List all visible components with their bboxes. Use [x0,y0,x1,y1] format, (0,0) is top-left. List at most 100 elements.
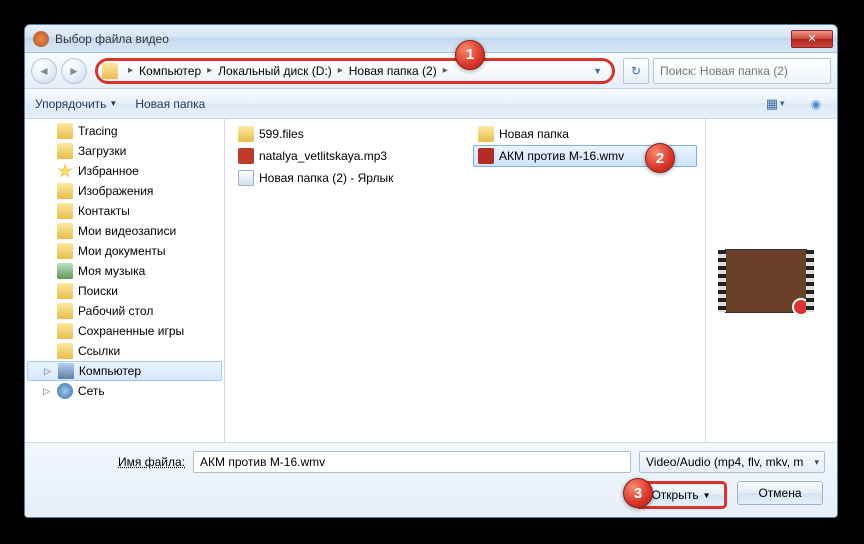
folder-icon [57,223,73,239]
help-button[interactable]: ◉ [805,93,827,115]
chevron-right-icon: ▸ [128,65,133,76]
sidebar-item[interactable]: Мои видеозаписи [25,221,224,241]
nav-bar: ◄ ► ▸ Компьютер ▸ Локальный диск (D:) ▸ … [25,53,837,89]
folder-icon [57,303,73,319]
folder-icon [478,126,494,142]
folder-icon [57,283,73,299]
music-icon [57,263,73,279]
sidebar-item[interactable]: Tracing [25,121,224,141]
sidebar-item-label: Ссылки [78,344,120,358]
sidebar-item[interactable]: Мои документы [25,241,224,261]
audio-icon [238,148,254,164]
sidebar-item-label: Изображения [78,184,153,198]
sidebar-item-label: Мои видеозаписи [78,224,176,238]
sidebar-item[interactable]: Моя музыка [25,261,224,281]
expand-icon[interactable]: ▷ [44,366,51,377]
sidebar-item-label: Компьютер [79,364,141,378]
computer-icon [58,363,74,379]
file-label: Новая папка (2) - Ярлык [259,171,393,185]
file-label: Новая папка [499,127,569,141]
file-item[interactable]: Новая папка (2) - Ярлык [233,167,457,189]
chevron-right-icon: ▸ [338,65,343,76]
overlay-icon [792,298,810,316]
file-pane: 599.files natalya_vetlitskaya.mp3 Новая па… [225,119,837,442]
file-item[interactable]: Новая папка [473,123,697,145]
dialog-body: Tracing Загрузки Избранное Изображения Конта… [25,119,837,443]
breadcrumb-part[interactable]: Компьютер [139,64,201,78]
filename-input[interactable] [193,451,631,473]
sidebar-item[interactable]: Избранное [25,161,224,181]
star-icon [57,163,73,179]
callout-3: 3 [623,478,653,508]
folder-icon [102,63,118,79]
sidebar-item-computer[interactable]: ▷ Компьютер [27,361,222,381]
folder-icon [57,203,73,219]
folder-icon [57,323,73,339]
filetype-filter[interactable]: Video/Audio (mp4, flv, mkv, m [639,451,825,473]
sidebar-item[interactable]: Сохраненные игры [25,321,224,341]
folder-icon [57,123,73,139]
toolbar: Упорядочить▼ Новая папка ▦ ▼ ◉ [25,89,837,119]
breadcrumb-bar[interactable]: ▸ Компьютер ▸ Локальный диск (D:) ▸ Нова… [95,58,615,84]
chevron-down-icon: ▼ [109,99,117,108]
cancel-button[interactable]: Отмена [737,481,823,505]
sidebar-item-label: Рабочий стол [78,304,153,318]
video-icon [478,148,494,164]
sidebar-item[interactable]: Поиски [25,281,224,301]
sidebar-item-label: Контакты [78,204,130,218]
sidebar: Tracing Загрузки Избранное Изображения Конта… [25,119,225,442]
back-button[interactable]: ◄ [31,58,57,84]
folder-icon [57,183,73,199]
sidebar-item[interactable]: Рабочий стол [25,301,224,321]
file-item[interactable]: 599.files [233,123,457,145]
chevron-right-icon: ▸ [443,65,448,76]
filename-label: Имя файла: [37,455,185,469]
file-dialog-window: Выбор файла видео ✕ ◄ ► ▸ Компьютер ▸ Ло… [24,24,838,518]
file-label: 599.files [259,127,304,141]
sidebar-item[interactable]: Загрузки [25,141,224,161]
sidebar-item-network[interactable]: ▷ Сеть [25,381,224,401]
window-title: Выбор файла видео [55,32,791,46]
sidebar-item-label: Моя музыка [78,264,145,278]
folder-icon [57,243,73,259]
app-icon [33,31,49,47]
folder-icon [57,143,73,159]
chevron-down-icon[interactable]: ▼ [593,66,602,76]
view-menu[interactable]: ▦ ▼ [765,93,787,115]
search-input[interactable] [653,58,831,84]
file-column: 599.files natalya_vetlitskaya.mp3 Новая па… [225,119,465,442]
breadcrumb-part[interactable]: Новая папка (2) [349,64,437,78]
folder-icon [238,126,254,142]
breadcrumb-part[interactable]: Локальный диск (D:) [218,64,332,78]
file-label: АКМ против М-16.wmv [499,149,624,163]
chevron-down-icon: ▼ [703,491,711,500]
new-folder-button[interactable]: Новая папка [135,97,205,111]
expand-icon[interactable]: ▷ [43,386,50,397]
organize-menu[interactable]: Упорядочить▼ [35,97,117,111]
refresh-button[interactable]: ↻ [623,58,649,84]
preview-pane [705,119,825,442]
close-button[interactable]: ✕ [791,30,833,48]
file-item[interactable]: natalya_vetlitskaya.mp3 [233,145,457,167]
sidebar-item-label: Сеть [78,384,105,398]
sidebar-item-label: Tracing [78,124,118,138]
sidebar-item[interactable]: Контакты [25,201,224,221]
sidebar-item-label: Мои документы [78,244,165,258]
sidebar-item[interactable]: Изображения [25,181,224,201]
file-label: natalya_vetlitskaya.mp3 [259,149,387,163]
network-icon [57,383,73,399]
sidebar-item-label: Сохраненные игры [78,324,184,338]
dialog-footer: Имя файла: Video/Audio (mp4, flv, mkv, m… [25,443,837,518]
video-thumbnail [725,249,807,313]
sidebar-item-label: Избранное [78,164,139,178]
titlebar: Выбор файла видео ✕ [25,25,837,53]
folder-icon [57,343,73,359]
chevron-right-icon: ▸ [207,65,212,76]
callout-2: 2 [645,143,675,173]
sidebar-item-label: Загрузки [78,144,126,158]
sidebar-item[interactable]: Ссылки [25,341,224,361]
sidebar-item-label: Поиски [78,284,118,298]
file-column: Новая папка АКМ против М-16.wmv 2 [465,119,705,442]
link-icon [238,170,254,186]
forward-button[interactable]: ► [61,58,87,84]
